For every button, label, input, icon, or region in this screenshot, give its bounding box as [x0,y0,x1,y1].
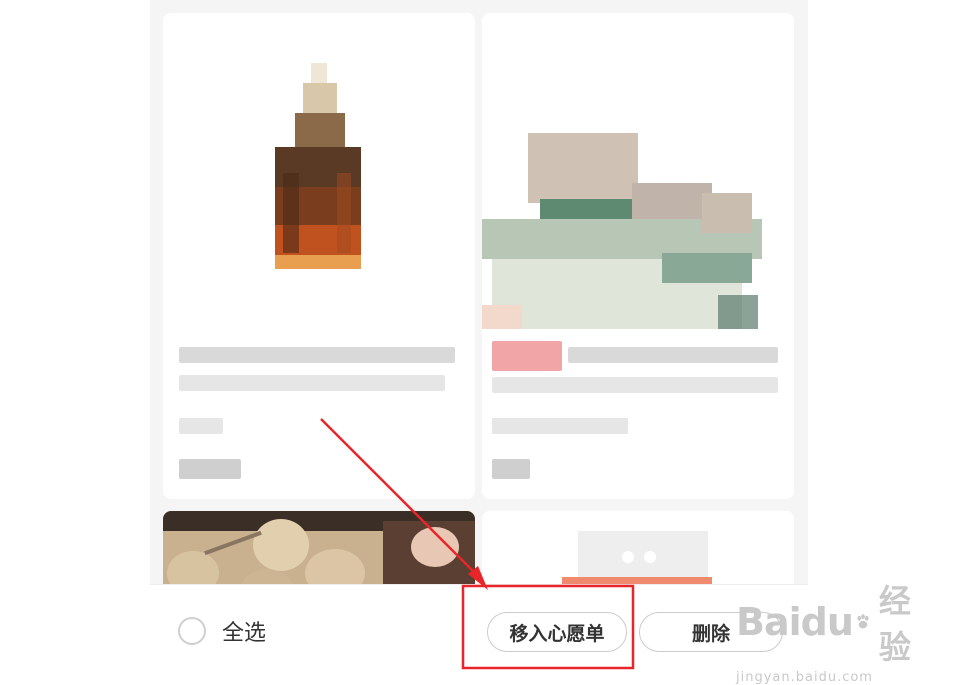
product-title-placeholder [568,347,778,363]
product-spec-placeholder [179,418,223,434]
product-badge-placeholder [492,341,562,371]
cart-action-bar: 全选 移入心愿单 删除 [150,584,808,681]
watermark-logo: Baidu 经验 [736,576,912,668]
move-to-wishlist-button[interactable]: 移入心愿单 [487,612,627,652]
product-price-placeholder [179,459,241,479]
product-card[interactable] [163,13,475,499]
product-title-placeholder [179,375,445,391]
baidu-watermark: Baidu 经验 jingyan.baidu.com [736,576,912,685]
product-spec-placeholder [492,418,628,434]
baidu-paw-icon [857,614,869,629]
select-all-toggle[interactable]: 全选 [178,615,266,647]
product-price-placeholder [492,459,530,479]
product-title-placeholder [179,347,455,363]
product-title-placeholder [492,377,778,393]
product-card[interactable] [482,13,794,499]
radio-unchecked-icon[interactable] [178,617,206,645]
select-all-label: 全选 [222,621,267,646]
cart-screen [150,0,808,680]
product-image[interactable] [482,13,794,331]
watermark-logo-suffix: 经验 [878,582,911,666]
watermark-url: jingyan.baidu.com [736,670,873,685]
product-image[interactable] [163,13,475,331]
watermark-logo-text: Baidu [736,600,854,644]
